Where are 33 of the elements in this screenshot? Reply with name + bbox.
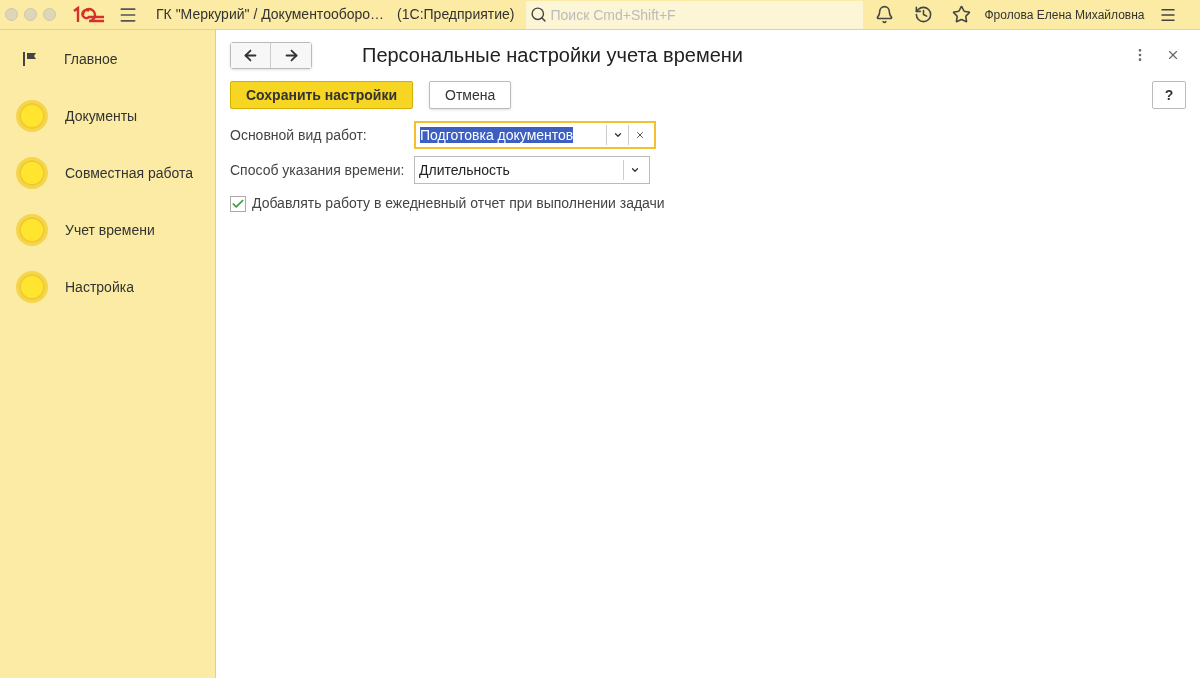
dropdown-field[interactable]: Подготовка документов [414, 121, 656, 149]
history-icon[interactable] [914, 5, 934, 24]
help-button[interactable]: ? [1152, 81, 1186, 109]
window-title: ГК "Меркурий" / Документооборо… [156, 5, 385, 24]
checkbox[interactable] [230, 195, 246, 212]
dropdown-field[interactable]: Длительность [414, 156, 650, 184]
clear-icon[interactable] [634, 130, 645, 140]
field-value: Длительность [419, 161, 510, 178]
sidebar-item[interactable]: Документы [0, 100, 215, 132]
close-icon[interactable] [1166, 48, 1180, 62]
field-value: Подготовка документов [420, 126, 574, 143]
sidebar-item[interactable]: Совместная работа [0, 157, 215, 189]
user-name[interactable]: Фролова Елена Михайловна [984, 5, 1145, 24]
sidebar-item[interactable]: Учет времени [0, 214, 215, 246]
search-field[interactable]: Поиск Cmd+Shift+F [526, 0, 864, 29]
field-label: Способ указания времени: [230, 160, 406, 180]
field-label: Основной вид работ: [230, 125, 368, 145]
star-icon[interactable] [952, 5, 972, 24]
caret-icon[interactable] [612, 130, 623, 140]
checkbox-label: Добавлять работу в ежедневный отчет при выполнении задачи [252, 194, 665, 213]
form-title: Персональные настройки учета времени [362, 43, 743, 68]
logo-icon [72, 5, 106, 24]
caret-icon[interactable] [629, 165, 640, 175]
flag-icon [22, 51, 38, 67]
save-button[interactable]: Сохранить настройки [230, 81, 414, 109]
sidebar-item[interactable]: Настройка [0, 271, 215, 303]
search-icon [530, 5, 548, 23]
sidebar-item[interactable]: Главное [0, 43, 215, 75]
bell-icon[interactable] [875, 5, 895, 24]
forward-button[interactable] [271, 42, 311, 68]
cancel-button[interactable]: Отмена [429, 81, 512, 109]
back-button[interactable] [231, 42, 271, 68]
app-name: (1С:Предприятие) [397, 5, 515, 24]
